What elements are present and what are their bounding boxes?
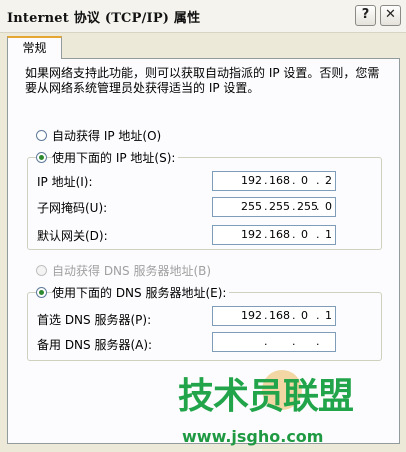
description-text: 如果网络支持此功能，则可以获取自动指派的 IP 设置。否则，您需要从网络系统管理… bbox=[25, 66, 380, 95]
radio-manual-dns[interactable] bbox=[36, 287, 47, 298]
ip-address-label: IP 地址(I): bbox=[37, 175, 93, 189]
radio-auto-dns-label[interactable]: 自动获得 DNS 服务器地址(B) bbox=[52, 262, 211, 279]
radio-manual-ip[interactable] bbox=[36, 152, 47, 163]
help-button[interactable]: ? bbox=[355, 5, 376, 26]
ip-address-input[interactable]: 192. 168. 0. 2 bbox=[212, 171, 336, 191]
tab-general[interactable]: 常规 bbox=[7, 36, 62, 59]
default-gateway-label: 默认网关(D): bbox=[37, 229, 108, 243]
radio-manual-ip-label[interactable]: 使用下面的 IP 地址(S): bbox=[52, 149, 179, 166]
radio-auto-dns[interactable] bbox=[36, 265, 47, 276]
default-gateway-input[interactable]: 192. 168. 0. 1 bbox=[212, 225, 336, 245]
preferred-dns-label: 首选 DNS 服务器(P): bbox=[37, 313, 152, 327]
watermark-url: www.jsgho.com bbox=[182, 427, 324, 446]
close-button[interactable]: ✕ bbox=[380, 5, 401, 26]
watermark-text: 技术员联盟 bbox=[178, 376, 354, 417]
window-title: Internet 协议 (TCP/IP) 属性 bbox=[7, 11, 201, 26]
alternate-dns-input[interactable]: . . . bbox=[212, 332, 336, 352]
subnet-mask-input[interactable]: 255. 255. 255. 0 bbox=[212, 197, 336, 217]
radio-manual-dns-label[interactable]: 使用下面的 DNS 服务器地址(E): bbox=[52, 284, 230, 301]
subnet-mask-label: 子网掩码(U): bbox=[37, 201, 108, 215]
preferred-dns-input[interactable]: 192. 168. 0. 1 bbox=[212, 306, 336, 326]
radio-auto-ip-label[interactable]: 自动获得 IP 地址(O) bbox=[52, 127, 161, 144]
title-bar[interactable]: Internet 协议 (TCP/IP) 属性 ? ✕ bbox=[0, 0, 406, 33]
alternate-dns-label: 备用 DNS 服务器(A): bbox=[37, 338, 153, 352]
radio-auto-ip[interactable] bbox=[36, 130, 47, 141]
